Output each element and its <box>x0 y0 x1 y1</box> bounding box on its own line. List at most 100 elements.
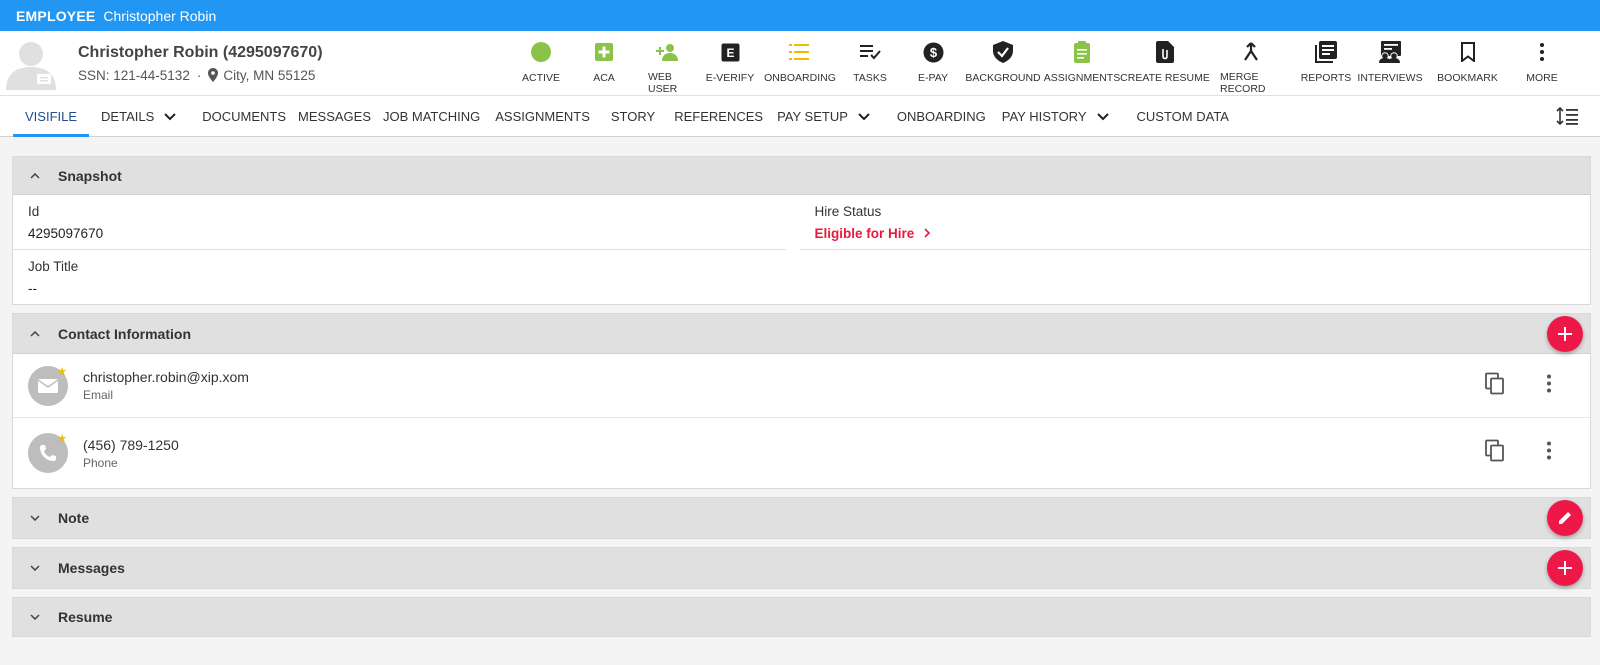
snapshot-panel: Snapshot Id 4295097670 Hire Status Eligi… <box>12 156 1591 305</box>
phone-value: (456) 789-1250 <box>83 436 179 453</box>
web-user-button[interactable]: WEB USER <box>648 31 686 95</box>
tab-custom-data[interactable]: CUSTOM DATA <box>1129 96 1237 136</box>
job-title-field: Job Title -- <box>13 250 802 304</box>
id-field: Id 4295097670 <box>13 195 786 250</box>
phone-icon: ★ <box>28 433 68 473</box>
aca-plus-icon <box>594 40 614 64</box>
record-type: EMPLOYEE <box>16 7 96 24</box>
avatar <box>4 36 58 90</box>
chevron-down-icon <box>25 614 45 620</box>
tab-documents[interactable]: DOCUMENTS <box>196 96 292 136</box>
note-header[interactable]: Note <box>13 498 1590 538</box>
contact-panel: Contact Information ★ christopher.robin@… <box>12 313 1591 489</box>
action-toolbar: ACTIVE ACA WEB USER E E-VERIFY ONBOARDIN… <box>522 31 1559 95</box>
add-contact-button[interactable] <box>1547 316 1583 352</box>
web-user-icon <box>655 40 679 63</box>
onboarding-list-icon <box>789 40 811 64</box>
plus-icon <box>1558 561 1572 575</box>
tab-assignments[interactable]: ASSIGNMENTS <box>486 96 599 136</box>
tab-details[interactable]: DETAILS <box>89 96 188 136</box>
primary-star-icon: ★ <box>57 365 67 378</box>
reports-icon <box>1315 40 1337 64</box>
chevron-up-icon <box>25 172 45 179</box>
note-panel: Note <box>12 497 1591 539</box>
chevron-down-icon <box>164 109 176 124</box>
chevron-down-icon <box>25 565 45 571</box>
hire-status-link[interactable]: Eligible for Hire <box>815 226 931 241</box>
onboarding-button[interactable]: ONBOARDING <box>764 31 836 95</box>
tasks-icon <box>858 40 882 64</box>
primary-star-icon: ★ <box>57 433 67 445</box>
chevron-down-icon <box>25 515 45 521</box>
svg-text:$: $ <box>929 45 937 60</box>
list-item: ★ (456) 789-1250 Phone <box>13 418 1590 488</box>
e-verify-icon: E <box>721 40 740 64</box>
messages-header[interactable]: Messages <box>13 548 1590 588</box>
bookmark-icon <box>1460 40 1476 64</box>
record-title: Christopher Robin (4295097670) <box>78 43 323 61</box>
id-value: 4295097670 <box>28 226 104 241</box>
location-pin-icon <box>208 68 219 82</box>
tab-references[interactable]: REFERENCES <box>667 96 770 136</box>
tasks-button[interactable]: TASKS <box>826 31 914 95</box>
messages-panel: Messages <box>12 547 1591 589</box>
interviews-button[interactable]: INTERVIEWS <box>1357 31 1423 95</box>
bookmark-button[interactable]: BOOKMARK <box>1410 31 1525 95</box>
more-vertical-icon <box>1539 40 1545 64</box>
plus-icon <box>1558 327 1572 341</box>
tab-story[interactable]: STORY <box>599 96 667 136</box>
chevron-down-icon <box>1096 109 1109 124</box>
merge-icon <box>1242 40 1260 63</box>
svg-text:E: E <box>726 46 734 60</box>
reports-button[interactable]: REPORTS <box>1282 31 1370 95</box>
tab-pay-setup[interactable]: PAY SETUP <box>770 96 877 136</box>
density-toggle-icon[interactable] <box>1556 106 1578 131</box>
resume-header[interactable]: Resume <box>13 598 1590 636</box>
record-name: Christopher Robin <box>103 7 217 24</box>
resume-panel: Resume <box>12 597 1591 637</box>
list-item: ★ christopher.robin@xip.xom Email <box>13 354 1590 418</box>
merge-record-button[interactable]: MERGE RECORD <box>1220 31 1282 95</box>
snapshot-header[interactable]: Snapshot <box>13 157 1590 195</box>
hire-status-field: Hire Status Eligible for Hire <box>799 195 1590 250</box>
e-pay-icon: $ <box>923 40 944 64</box>
email-value: christopher.robin@xip.xom <box>83 369 249 385</box>
tab-visifile[interactable]: VISIFILE <box>13 96 90 137</box>
tab-messages[interactable]: MESSAGES <box>292 96 377 136</box>
background-button[interactable]: BACKGROUND <box>952 31 1054 95</box>
chevron-up-icon <box>25 330 45 337</box>
location-text: City, MN 55125 <box>223 67 316 83</box>
separator: · <box>196 67 202 83</box>
tab-job-matching[interactable]: JOB MATCHING <box>377 96 486 136</box>
more-vertical-icon[interactable] <box>1546 441 1552 465</box>
e-pay-button[interactable]: $ E-PAY <box>914 31 952 95</box>
more-button[interactable]: MORE <box>1525 31 1559 95</box>
title-bar: EMPLOYEE Christopher Robin <box>0 0 1600 31</box>
contact-header[interactable]: Contact Information <box>13 314 1590 354</box>
pencil-icon <box>1559 512 1571 524</box>
e-verify-button[interactable]: E E-VERIFY <box>686 31 774 95</box>
assignments-button[interactable]: ASSIGNMENTS <box>1044 31 1120 95</box>
chevron-down-icon <box>858 109 870 124</box>
edit-note-button[interactable] <box>1547 500 1583 536</box>
record-header: Christopher Robin (4295097670) SSN: 121-… <box>0 31 1600 95</box>
ssn-text: SSN: 121-44-5132 <box>78 67 190 83</box>
interviews-icon <box>1378 40 1402 64</box>
assignments-clipboard-icon <box>1074 40 1090 64</box>
job-title-value: -- <box>28 281 37 296</box>
copy-icon[interactable] <box>1485 439 1505 467</box>
tab-bar: VISIFILE DETAILS DOCUMENTS MESSAGES JOB … <box>0 95 1600 137</box>
create-resume-icon <box>1156 40 1174 64</box>
main-content: Snapshot Id 4295097670 Hire Status Eligi… <box>0 137 1600 637</box>
chevron-right-icon <box>924 226 931 241</box>
email-icon: ★ <box>28 365 68 406</box>
active-status-icon <box>530 40 552 64</box>
tab-onboarding[interactable]: ONBOARDING <box>889 96 994 136</box>
active-button[interactable]: ACTIVE <box>522 31 560 95</box>
more-vertical-icon[interactable] <box>1546 374 1552 397</box>
tab-pay-history[interactable]: PAY HISTORY <box>994 96 1117 136</box>
create-resume-button[interactable]: CREATE RESUME <box>1110 31 1220 95</box>
aca-button[interactable]: ACA <box>560 31 648 95</box>
copy-icon[interactable] <box>1485 372 1505 399</box>
add-message-button[interactable] <box>1547 550 1583 586</box>
